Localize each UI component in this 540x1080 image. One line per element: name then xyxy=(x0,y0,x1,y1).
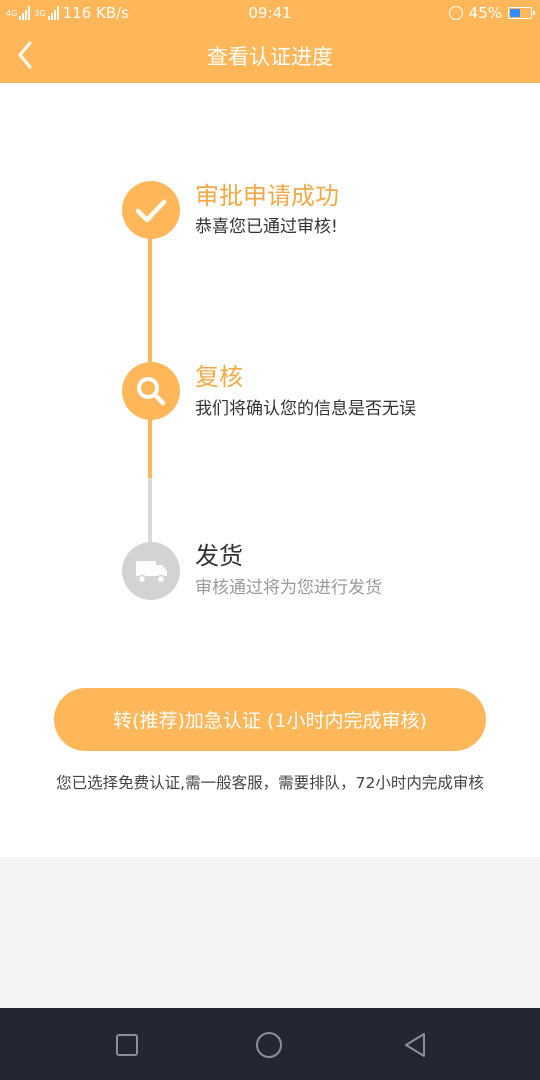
search-icon xyxy=(137,377,166,406)
system-nav-bar xyxy=(0,1008,540,1080)
urgent-certification-button[interactable]: 转(推荐)加急认证 (1小时内完成审核) xyxy=(54,688,486,751)
circle-icon xyxy=(256,1032,282,1058)
step-approved-desc: 恭喜您已通过审核! xyxy=(195,217,338,237)
page-title: 查看认证进度 xyxy=(207,45,333,69)
rotation-lock-icon xyxy=(448,6,463,20)
progress-line-pending xyxy=(148,478,152,543)
battery-percent: 45% xyxy=(468,4,502,22)
status-right: 45% xyxy=(448,4,535,22)
step-shipping-title: 发货 xyxy=(195,542,243,570)
battery-icon xyxy=(508,7,535,19)
nav-bar: 查看认证进度 xyxy=(0,28,540,83)
step-review-desc: 我们将确认您的信息是否无误 xyxy=(195,399,416,419)
step-approved-title: 审批申请成功 xyxy=(195,182,339,210)
step-review-title: 复核 xyxy=(195,363,243,391)
home-button[interactable] xyxy=(254,1030,284,1060)
status-bar: 4G 3G 116 KB/s 09:41 45% xyxy=(0,0,540,28)
free-certification-note: 您已选择免费认证,需一般客服，需要排队，72小时内完成审核 xyxy=(56,774,484,792)
triangle-back-icon xyxy=(405,1033,425,1057)
recents-button[interactable] xyxy=(112,1030,142,1060)
check-icon xyxy=(135,199,167,223)
app-header: 4G 3G 116 KB/s 09:41 45% 查看认证进度 xyxy=(0,0,540,83)
square-icon xyxy=(116,1034,138,1056)
step-shipping-circle xyxy=(122,542,180,600)
step-shipping-desc: 审核通过将为您进行发货 xyxy=(195,578,382,598)
truck-icon xyxy=(136,561,167,584)
progress-line-done xyxy=(148,233,152,478)
step-review-circle xyxy=(122,362,180,420)
progress-content: 审批申请成功 恭喜您已通过审核! 复核 我们将确认您的信息是否无误 发货 审核通… xyxy=(0,83,540,857)
system-back-button[interactable] xyxy=(400,1030,430,1060)
step-approved-circle xyxy=(122,181,180,239)
